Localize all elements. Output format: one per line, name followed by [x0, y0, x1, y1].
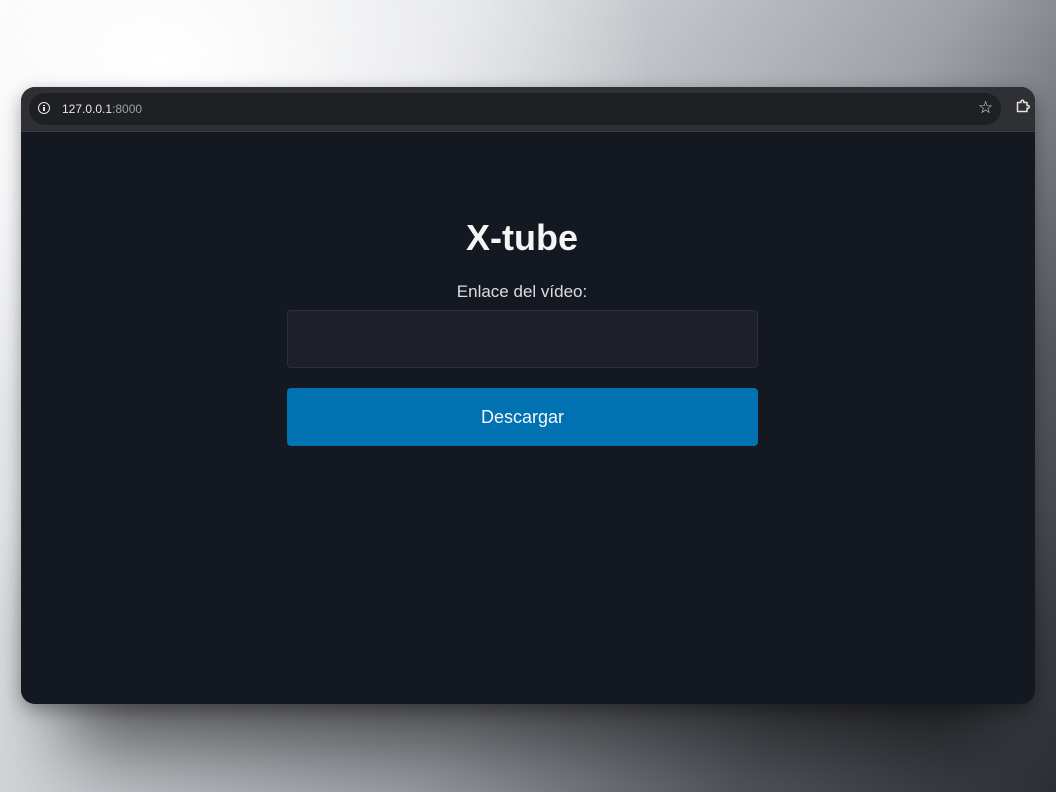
address-url[interactable]: 127.0.0.1:8000 — [62, 101, 142, 117]
page-content: X-tube Enlace del vídeo: Descargar — [21, 132, 1035, 704]
page-title: X-tube — [466, 217, 578, 258]
address-bar[interactable]: 127.0.0.1:8000 ☆ — [29, 93, 1001, 125]
url-port: :8000 — [112, 102, 143, 116]
browser-window: 127.0.0.1:8000 ☆ X-tube Enlace del vídeo… — [21, 87, 1035, 704]
url-host: 127.0.0.1 — [62, 102, 113, 116]
browser-toolbar: 127.0.0.1:8000 ☆ — [21, 87, 1035, 132]
download-button[interactable]: Descargar — [287, 388, 758, 446]
video-link-input[interactable] — [287, 310, 758, 368]
bookmark-star-icon[interactable]: ☆ — [978, 98, 993, 118]
video-link-label: Enlace del vídeo: — [456, 282, 588, 301]
site-info-icon[interactable] — [38, 102, 50, 114]
extensions-puzzle-icon[interactable] — [1016, 99, 1030, 113]
